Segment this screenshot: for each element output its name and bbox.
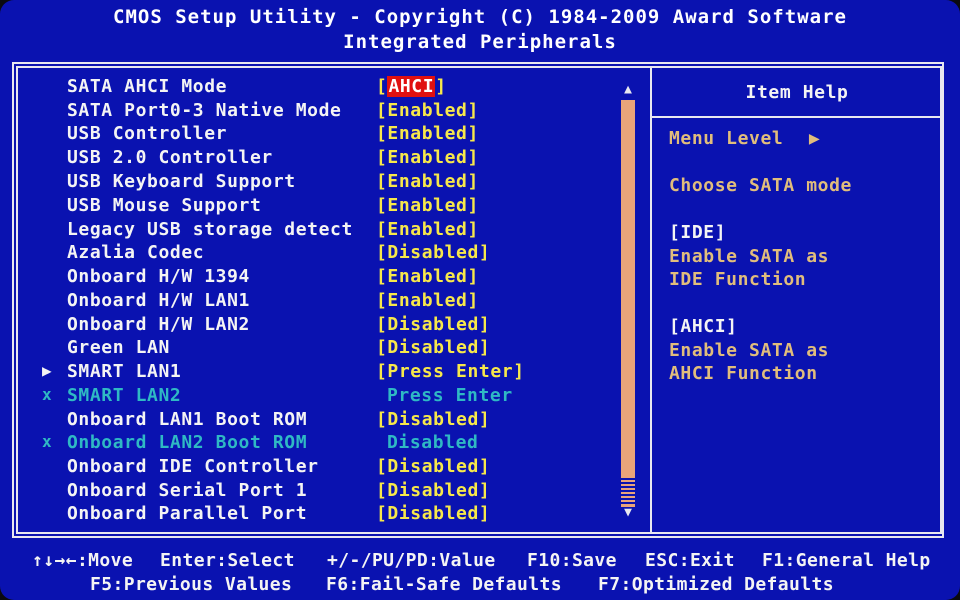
key-hint-optimized: F7:Optimized Defaults	[598, 574, 834, 595]
setting-value[interactable]: [AHCI]	[376, 76, 447, 97]
setting-row-lan2-boot-rom: x Onboard LAN2 Boot ROM Disabled	[0, 432, 640, 456]
utility-title: CMOS Setup Utility - Copyright (C) 1984-…	[113, 6, 847, 28]
setting-row-onboard-lan2[interactable]: Onboard H/W LAN2 [Disabled]	[0, 314, 640, 338]
key-hint-select: Enter:Select	[160, 550, 295, 571]
setting-row-parallel-port[interactable]: Onboard Parallel Port [Disabled]	[0, 503, 640, 527]
submenu-arrow-icon: ▶	[42, 361, 52, 380]
help-line: [IDE]	[669, 222, 727, 243]
setting-value[interactable]: [Disabled]	[376, 456, 490, 477]
help-line: IDE Function	[669, 269, 807, 290]
help-menu-level: Menu Level ▶	[669, 128, 820, 149]
setting-label: Onboard Parallel Port	[67, 503, 308, 524]
setting-value: Disabled	[387, 432, 479, 453]
setting-label: Onboard Serial Port 1	[67, 480, 308, 501]
setting-row-onboard-lan1[interactable]: Onboard H/W LAN1 [Enabled]	[0, 290, 640, 314]
setting-row-serial-port-1[interactable]: Onboard Serial Port 1 [Disabled]	[0, 480, 640, 504]
setting-value[interactable]: [Enabled]	[376, 219, 479, 240]
setting-row-usb-2-controller[interactable]: USB 2.0 Controller [Enabled]	[0, 147, 640, 171]
setting-value[interactable]: [Enabled]	[376, 123, 479, 144]
setting-label: Azalia Codec	[67, 242, 205, 263]
setting-label: SATA AHCI Mode	[67, 76, 228, 97]
setting-row-smart-lan2: x SMART LAN2 Press Enter	[0, 385, 640, 409]
selected-value-highlight[interactable]: AHCI	[387, 76, 436, 97]
setting-value: Press Enter	[387, 385, 513, 406]
key-hint-move: ↑↓→←:Move	[32, 550, 134, 571]
setting-row-legacy-usb-storage[interactable]: Legacy USB storage detect [Enabled]	[0, 219, 640, 243]
setting-label: USB 2.0 Controller	[67, 147, 273, 168]
setting-label: SMART LAN1	[67, 361, 182, 382]
setting-value[interactable]: [Disabled]	[376, 337, 490, 358]
setting-row-onboard-1394[interactable]: Onboard H/W 1394 [Enabled]	[0, 266, 640, 290]
key-hint-previous-values: F5:Previous Values	[90, 574, 293, 595]
setting-row-green-lan[interactable]: Green LAN [Disabled]	[0, 337, 640, 361]
setting-value[interactable]: [Enabled]	[376, 171, 479, 192]
help-line: Enable SATA as	[669, 340, 830, 361]
unavailable-x-icon: x	[42, 432, 52, 451]
help-title-separator	[652, 116, 942, 118]
key-hint-value: +/-/PU/PD:Value	[327, 550, 496, 571]
setting-label: Onboard LAN1 Boot ROM	[67, 409, 308, 430]
setting-label: Onboard H/W LAN1	[67, 290, 250, 311]
setting-row-usb-mouse-support[interactable]: USB Mouse Support [Enabled]	[0, 195, 640, 219]
setting-label: Green LAN	[67, 337, 170, 358]
unavailable-x-icon: x	[42, 385, 52, 404]
help-line: [AHCI]	[669, 316, 738, 337]
setting-value[interactable]: [Enabled]	[376, 290, 479, 311]
setting-value[interactable]: [Disabled]	[376, 242, 490, 263]
setting-label: Legacy USB storage detect	[67, 219, 353, 240]
setting-row-onboard-ide[interactable]: Onboard IDE Controller [Disabled]	[0, 456, 640, 480]
setting-value[interactable]: [Enabled]	[376, 266, 479, 287]
bios-screen: CMOS Setup Utility - Copyright (C) 1984-…	[0, 0, 960, 600]
setting-row-sata-port-native-mode[interactable]: SATA Port0-3 Native Mode [Enabled]	[0, 100, 640, 124]
setting-row-sata-ahci-mode[interactable]: SATA AHCI Mode [AHCI]	[0, 76, 640, 100]
help-line: Choose SATA mode	[669, 175, 852, 196]
help-panel-title: Item Help	[745, 82, 849, 103]
bracket-close: ]	[435, 76, 447, 97]
scrollbar-thumb[interactable]	[621, 478, 635, 506]
help-line: Enable SATA as	[669, 246, 830, 267]
scroll-down-arrow-icon[interactable]: ▼	[618, 505, 638, 520]
setting-value[interactable]: [Disabled]	[376, 503, 490, 524]
setting-value[interactable]: [Enabled]	[376, 100, 479, 121]
scrollbar-track[interactable]	[621, 100, 635, 507]
setting-label: USB Keyboard Support	[67, 171, 296, 192]
setting-label: SATA Port0-3 Native Mode	[67, 100, 342, 121]
setting-label: SMART LAN2	[67, 385, 182, 406]
panel-divider	[650, 66, 652, 534]
setting-label: Onboard H/W 1394	[67, 266, 250, 287]
setting-label: Onboard LAN2 Boot ROM	[67, 432, 308, 453]
setting-value[interactable]: [Disabled]	[376, 480, 490, 501]
key-hint-help: F1:General Help	[762, 550, 931, 571]
help-line: AHCI Function	[669, 363, 818, 384]
setting-label: USB Controller	[67, 123, 228, 144]
menu-level-arrow-icon: ▶	[808, 128, 821, 149]
key-hint-exit: ESC:Exit	[645, 550, 735, 571]
setting-label: USB Mouse Support	[67, 195, 262, 216]
setting-value[interactable]: [Enabled]	[376, 195, 479, 216]
page-title: Integrated Peripherals	[343, 31, 617, 53]
bracket-open: [	[376, 76, 388, 97]
menu-level-label: Menu Level	[669, 128, 784, 149]
key-hint-fail-safe: F6:Fail-Safe Defaults	[326, 574, 562, 595]
setting-value[interactable]: [Press Enter]	[376, 361, 525, 382]
setting-value[interactable]: [Enabled]	[376, 147, 479, 168]
setting-row-azalia-codec[interactable]: Azalia Codec [Disabled]	[0, 242, 640, 266]
setting-value[interactable]: [Disabled]	[376, 314, 490, 335]
scroll-up-arrow-icon[interactable]: ▲	[618, 82, 638, 97]
setting-row-smart-lan1[interactable]: ▶ SMART LAN1 [Press Enter]	[0, 361, 640, 385]
setting-label: Onboard IDE Controller	[67, 456, 319, 477]
setting-row-usb-keyboard-support[interactable]: USB Keyboard Support [Enabled]	[0, 171, 640, 195]
key-hint-save: F10:Save	[527, 550, 617, 571]
setting-row-usb-controller[interactable]: USB Controller [Enabled]	[0, 123, 640, 147]
setting-row-lan1-boot-rom[interactable]: Onboard LAN1 Boot ROM [Disabled]	[0, 409, 640, 433]
setting-label: Onboard H/W LAN2	[67, 314, 250, 335]
setting-value[interactable]: [Disabled]	[376, 409, 490, 430]
